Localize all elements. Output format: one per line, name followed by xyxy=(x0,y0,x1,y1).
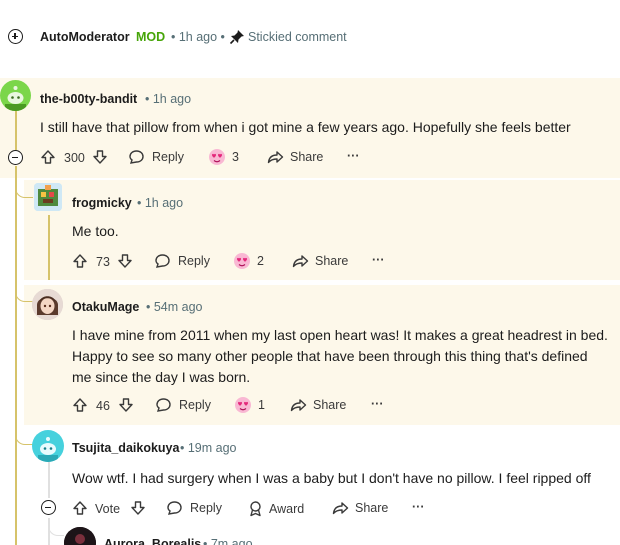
award-count: 1 xyxy=(258,398,265,412)
expand-thread-button[interactable] xyxy=(8,29,23,44)
reply-button[interactable]: Reply xyxy=(154,253,210,269)
more-options-button[interactable]: ··· xyxy=(412,500,425,514)
upvote-button[interactable] xyxy=(72,500,88,516)
share-button[interactable]: Share xyxy=(290,397,346,413)
comment-username[interactable]: the-b00ty-bandit xyxy=(40,92,137,106)
award-button[interactable]: Award xyxy=(247,500,304,517)
comment-time: • 19m ago xyxy=(180,441,237,455)
collapse-thread-button[interactable] xyxy=(41,500,56,515)
comment-username[interactable]: Tsujita_daikokuya xyxy=(72,441,179,455)
thread-elbow xyxy=(15,425,33,445)
mod-badge: MOD xyxy=(136,30,166,44)
thread-line xyxy=(48,215,50,280)
thread-line xyxy=(15,166,17,545)
more-options-button[interactable]: ··· xyxy=(372,253,385,267)
vote-count: 46 xyxy=(96,399,110,413)
share-icon xyxy=(332,502,349,515)
reply-label: Reply xyxy=(178,254,210,268)
award-count: 2 xyxy=(257,254,264,268)
downvote-icon xyxy=(93,150,107,164)
upvote-button[interactable] xyxy=(72,253,88,269)
comment-time: • 54m ago xyxy=(146,300,203,314)
share-button[interactable]: Share xyxy=(292,253,348,269)
award-button[interactable]: 1 xyxy=(233,395,265,415)
reply-button[interactable]: Reply xyxy=(155,397,211,413)
downvote-icon xyxy=(131,501,145,515)
downvote-button[interactable] xyxy=(117,253,133,269)
reply-label: Reply xyxy=(179,398,211,412)
upvote-icon xyxy=(41,150,55,164)
award-button[interactable]: 3 xyxy=(207,147,239,167)
thread-elbow xyxy=(48,518,64,536)
comment-body: Wow wtf. I had surgery when I was a baby… xyxy=(72,470,591,486)
heart-eyes-award-icon xyxy=(234,253,250,269)
comment-bubble-icon xyxy=(155,254,170,268)
share-label: Share xyxy=(313,398,347,412)
heart-eyes-award-icon xyxy=(235,397,251,413)
thread-elbow xyxy=(15,178,33,198)
upvote-icon xyxy=(73,501,87,515)
thread-line xyxy=(48,462,50,498)
comment-time: • 1h ago xyxy=(145,92,192,106)
heart-eyes-award-icon xyxy=(209,149,225,165)
downvote-icon xyxy=(119,398,133,412)
reply-button[interactable]: Reply xyxy=(128,149,184,165)
comment-bubble-icon xyxy=(156,398,171,412)
avatar[interactable] xyxy=(0,80,31,111)
reply-button[interactable]: Reply xyxy=(166,500,222,516)
comment-bubble-icon xyxy=(129,150,144,164)
downvote-button[interactable] xyxy=(118,397,134,413)
thread-line xyxy=(15,110,17,150)
thread-elbow xyxy=(15,282,33,302)
award-label: Award xyxy=(269,501,305,516)
share-label: Share xyxy=(290,150,324,164)
upvote-icon xyxy=(73,398,87,412)
award-button[interactable]: 2 xyxy=(232,251,264,271)
share-label: Share xyxy=(315,254,349,268)
pin-icon xyxy=(229,29,245,50)
share-button[interactable]: Share xyxy=(332,500,388,516)
sticky-meta: • 1h ago • xyxy=(171,30,225,44)
vote-count: 73 xyxy=(96,255,110,269)
collapse-thread-button[interactable] xyxy=(8,150,23,165)
more-options-button[interactable]: ··· xyxy=(371,397,384,411)
comment-username[interactable]: OtakuMage xyxy=(72,300,139,314)
upvote-button[interactable] xyxy=(72,397,88,413)
more-options-button[interactable]: ··· xyxy=(347,149,360,163)
avatar[interactable] xyxy=(64,527,96,545)
sticky-username[interactable]: AutoModerator xyxy=(40,30,130,44)
avatar[interactable] xyxy=(32,430,64,462)
vote-count: 300 xyxy=(64,151,85,165)
share-button[interactable]: Share xyxy=(267,149,323,165)
stickied-label: Stickied comment xyxy=(248,30,347,44)
downvote-icon xyxy=(118,254,132,268)
reply-label: Reply xyxy=(190,501,222,515)
comment-username[interactable]: Aurora_Borealis xyxy=(104,537,201,545)
comment-username[interactable]: frogmicky xyxy=(72,196,132,210)
upvote-button[interactable] xyxy=(40,149,56,165)
share-icon xyxy=(292,255,309,268)
share-label: Share xyxy=(355,501,389,515)
downvote-button[interactable] xyxy=(92,149,108,165)
comment-body: I still have that pillow from when i got… xyxy=(40,119,571,135)
award-count: 3 xyxy=(232,150,239,164)
reply-label: Reply xyxy=(152,150,184,164)
comment-time: • 7m ago xyxy=(203,537,253,545)
comment-time: • 1h ago xyxy=(137,196,184,210)
avatar[interactable] xyxy=(32,289,63,320)
comment-body: I have mine from 2011 when my last open … xyxy=(72,327,608,385)
vote-label: Vote xyxy=(95,502,121,516)
upvote-icon xyxy=(73,254,87,268)
comment-body: Me too. xyxy=(72,223,119,239)
share-icon xyxy=(267,151,284,164)
share-icon xyxy=(290,399,307,412)
downvote-button[interactable] xyxy=(130,500,146,516)
award-icon xyxy=(250,501,261,517)
avatar[interactable] xyxy=(34,183,62,211)
comment-bubble-icon xyxy=(167,501,182,515)
